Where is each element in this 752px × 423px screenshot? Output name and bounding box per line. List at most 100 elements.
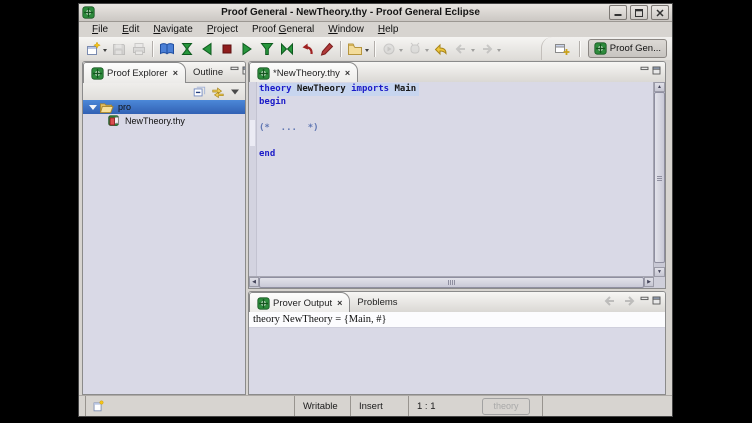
status-caret-position: 1 : 1 [408,396,466,416]
green-funnel-icon [259,41,275,57]
menu-project[interactable]: Project [200,23,245,36]
green-bowtie-icon [279,41,295,57]
perspective-switcher: Proof Gen... [541,37,672,60]
dropdown-arrow-icon [471,49,475,54]
menu-navigate[interactable]: Navigate [146,23,199,36]
tab-label: *NewTheory.thy [273,68,340,79]
view-menu-icon [230,87,240,96]
window-close-icon [656,9,664,17]
tree-item-pro[interactable]: pro [83,100,245,114]
explorer-tab-outline[interactable]: Outline [186,63,230,82]
window-title: Proof General - NewTheory.thy - Proof Ge… [95,7,606,18]
dropdown-arrow-icon [399,49,403,54]
open-folder-icon [99,101,114,114]
tab-label: Prover Output [273,298,332,309]
pg-icon [594,42,607,55]
code-line-6: end [259,148,653,161]
minimize-view-button[interactable] [640,296,649,305]
expander-icon[interactable] [87,101,99,114]
close-icon[interactable]: × [337,299,342,308]
nav-forward-icon [479,41,495,57]
process-to-end-button[interactable] [277,39,297,58]
minimize-view-button[interactable] [640,66,649,75]
green-left-triangle-icon [199,41,215,57]
titlebar: Proof General - NewTheory.thy - Proof Ge… [79,4,672,22]
open-definition-button[interactable] [157,39,177,58]
fast-view-bar[interactable] [85,396,105,416]
gold-back-arrow-icon [433,41,449,57]
next-step-button[interactable] [237,39,257,58]
undo-all-button[interactable] [297,39,317,58]
close-icon[interactable]: × [345,69,350,78]
console-tabbar: Prover Output × Problems [249,292,665,313]
explorer-tab-proof-explorer[interactable]: Proof Explorer× [83,62,186,83]
forward-history-button [477,39,503,58]
window-close-button[interactable] [651,5,669,20]
restart-hourglass-icon [179,41,195,57]
console-tab-problems[interactable]: Problems [350,293,404,312]
main-area: Proof Explorer×Outline proNewTheory.thy … [79,60,672,396]
editor-tabbar: *NewTheory.thy × [249,62,665,83]
console-tab-prover-output[interactable]: Prover Output × [249,292,350,313]
vertical-scrollbar[interactable]: ▲ ▼ [653,82,665,277]
scroll-up-icon[interactable]: ▲ [654,82,665,92]
window-maximize-button[interactable] [630,5,648,20]
collapse-all-button[interactable] [192,85,206,99]
horizontal-scrollbar[interactable]: ◀ ▶ [249,276,654,288]
save-icon [111,41,127,57]
maximize-view-button[interactable] [652,66,661,75]
toolbar-separator [579,41,581,57]
scroll-right-icon[interactable]: ▶ [644,277,654,287]
project-tree[interactable]: pro NewTheory.thy [83,100,245,394]
mark-proof-button[interactable] [317,39,337,58]
print-icon [131,41,147,57]
menu-window[interactable]: Window [321,23,371,36]
interrupt-button[interactable] [217,39,237,58]
status-separator [542,396,543,416]
view-menu-button[interactable] [230,87,240,96]
theory-file-icon [107,114,121,128]
red-undo-arrow-icon [299,41,315,57]
menu-edit[interactable]: Edit [115,23,146,36]
explorer-view-toolbar [83,83,245,101]
tree-item-newtheory-thy[interactable]: NewTheory.thy [83,114,245,128]
new-wizard-button[interactable] [83,39,109,58]
maximize-view-button[interactable] [652,296,661,305]
save-button [109,39,129,58]
scroll-down-icon[interactable]: ▼ [654,267,665,277]
undo-step-button[interactable] [197,39,217,58]
menu-file[interactable]: File [85,23,115,36]
debug-tools-button [405,39,431,58]
horizontal-scroll-thumb[interactable] [259,277,644,288]
goto-target-button[interactable] [257,39,277,58]
proof-explorer-view: Proof Explorer× Outline pro NewTheory.thy [82,61,246,395]
open-perspective-button[interactable] [552,39,572,58]
collapse-all-icon [192,85,206,99]
tree-item-label: pro [118,102,131,112]
scroll-left-icon[interactable]: ◀ [249,277,259,287]
fast-view-icon [91,399,105,413]
menu-help[interactable]: Help [371,23,406,36]
proof-general-perspective-button[interactable]: Proof Gen... [588,39,667,58]
dropdown-arrow-icon [103,49,107,54]
link-editor-icon [211,85,225,99]
close-icon[interactable]: × [173,69,178,78]
back-history-button [451,39,477,58]
open-file-button[interactable] [345,39,371,58]
debug-tool-icon [407,41,423,57]
last-edit-location-button[interactable] [431,39,451,58]
window-minimize-button[interactable] [609,5,627,20]
toolbar: Proof Gen... [79,37,672,61]
editor-tab--newtheory-thy[interactable]: *NewTheory.thy × [249,62,358,83]
link-with-editor-button[interactable] [211,85,225,99]
minimize-view-button[interactable] [230,66,239,75]
vertical-scroll-thumb[interactable] [654,92,665,263]
red-pen-icon [319,41,335,57]
console-body[interactable]: theory NewTheory = {Main, #} [249,312,665,394]
restart-prover-button[interactable] [177,39,197,58]
tab-label: Problems [357,297,397,308]
code-line-4: (* ... *) [259,122,653,135]
tab-label: Outline [193,67,223,78]
menu-proof-general[interactable]: Proof General [245,23,321,36]
code-area[interactable]: theory NewTheory imports Mainbegin (* ..… [259,83,653,276]
